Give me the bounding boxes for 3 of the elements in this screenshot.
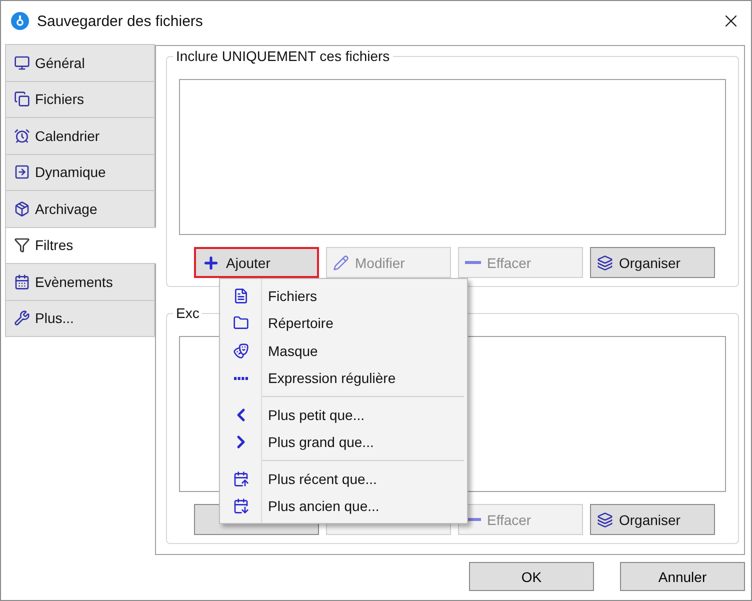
group-title: Exc: [173, 305, 202, 321]
window-title: Sauvegarder des fichiers: [37, 12, 204, 30]
group-title: Inclure UNIQUEMENT ces fichiers: [173, 48, 393, 64]
